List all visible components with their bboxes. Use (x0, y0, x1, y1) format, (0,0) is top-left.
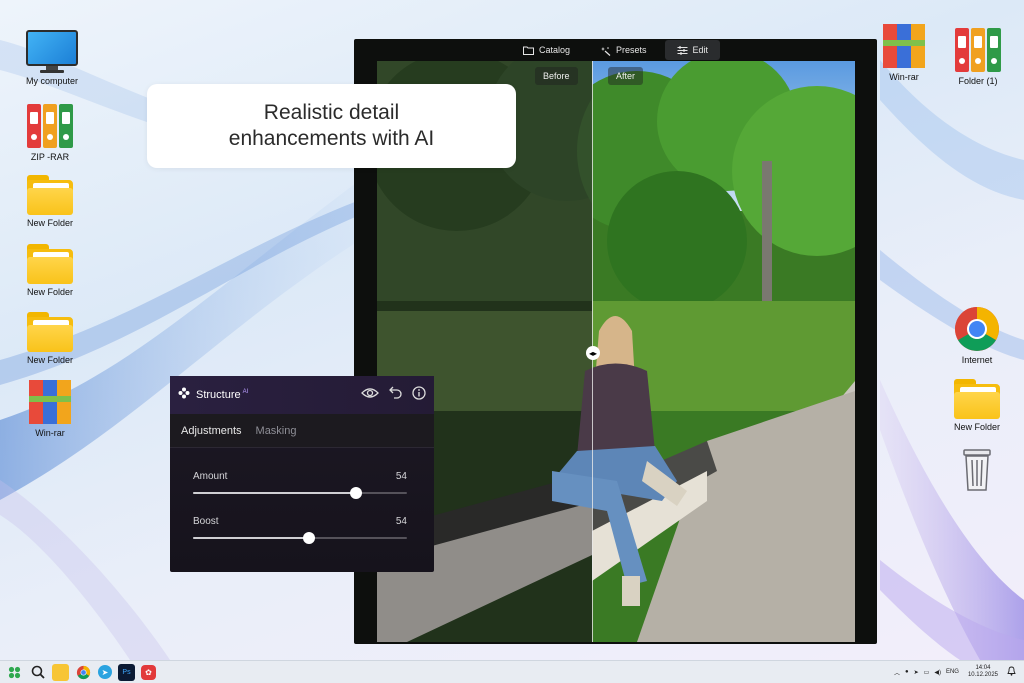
desktop-icon-label: New Folder (26, 218, 73, 228)
sliders-icon (677, 45, 688, 55)
boost-value: 54 (395, 516, 407, 527)
taskbar: ➤ Ps ✿ ︿ ● ➤ ▭ ◀) ENG 14:04 10.12.2025 (0, 660, 1024, 683)
desktop-icon-new-folder[interactable]: New Folder (10, 172, 90, 229)
clock-date: 10.12.2025 (967, 672, 998, 678)
panel-tabs: Adjustments Masking (170, 414, 434, 448)
amount-value: 54 (395, 471, 407, 482)
start-icon[interactable] (6, 664, 23, 681)
telegram-icon[interactable]: ➤ (98, 665, 112, 679)
split-handle-icon[interactable]: ◂▸ (586, 346, 600, 360)
chevron-up-icon[interactable]: ︿ (894, 668, 900, 677)
desktop-icon-label: Win-rar (889, 72, 919, 82)
amount-slider-row: Amount 54 (193, 471, 407, 499)
volume-icon[interactable]: ◀) (934, 669, 941, 676)
panel-title: Structure AI (196, 389, 248, 401)
amount-slider[interactable] (193, 487, 407, 499)
winrar-icon (27, 378, 73, 426)
tab-label: Edit (692, 45, 709, 55)
slider-fill (193, 537, 309, 539)
caption-line-1: Realistic detail (263, 101, 400, 124)
info-icon[interactable] (412, 385, 426, 405)
binders-icon (953, 26, 1003, 74)
tab-edit[interactable]: Edit (664, 40, 721, 60)
panel-header: Structure AI (170, 376, 434, 414)
chrome-icon[interactable] (75, 664, 92, 681)
language-indicator[interactable]: ENG (946, 669, 959, 675)
battery-icon[interactable]: ▭ (924, 669, 930, 676)
after-label: After (608, 67, 644, 85)
feature-caption: Realistic detail enhancements with AI (147, 84, 516, 168)
desktop-icon-new-folder[interactable]: New Folder (937, 376, 1017, 433)
tab-catalog[interactable]: Catalog (511, 40, 582, 60)
slider-fill (193, 492, 356, 494)
app-icon[interactable]: ✿ (141, 664, 156, 680)
clock-time: 14:04 (975, 665, 991, 671)
desktop-icon-label: My computer (25, 76, 78, 86)
desktop-icon-zip-rar[interactable]: ZIP -RAR (10, 102, 90, 163)
binders-icon (25, 102, 75, 150)
network-icon[interactable]: ● (905, 669, 909, 675)
photoshop-icon[interactable]: Ps (118, 663, 135, 681)
folder-icon (522, 46, 534, 55)
boost-slider-row: Boost 54 (193, 516, 407, 544)
desktop-icon-label: Win-rar (35, 428, 65, 438)
desktop-icon-label: ZIP -RAR (30, 152, 70, 162)
desktop-icon-recycle-bin[interactable] (937, 444, 1017, 492)
slider-knob[interactable] (349, 487, 362, 499)
desktop-icon-label: New Folder (953, 422, 1000, 432)
desktop-icon-my-computer[interactable]: My computer (12, 30, 92, 87)
winrar-icon (881, 22, 927, 70)
editor-top-nav: Catalog Presets Edit (354, 39, 877, 61)
folder-icon (25, 309, 75, 353)
ai-badge: AI (242, 389, 249, 396)
amount-label: Amount (193, 471, 228, 482)
desktop-icon-label: Folder (1) (958, 76, 998, 86)
folder-icon (25, 241, 75, 285)
slider-knob[interactable] (302, 532, 315, 544)
before-label: Before (535, 67, 578, 85)
caption-line-2: enhancements with AI (228, 127, 435, 150)
boost-slider[interactable] (193, 532, 407, 544)
panel-title-text: Structure (196, 389, 241, 401)
sparkle-icon (600, 46, 611, 56)
tab-label: Catalog (538, 45, 570, 55)
telegram-tray-icon[interactable]: ➤ (914, 669, 919, 676)
tab-presets[interactable]: Presets (588, 40, 659, 60)
tab-masking[interactable]: Masking (256, 425, 297, 437)
undo-icon[interactable] (389, 386, 402, 404)
desktop-icon-new-folder[interactable]: New Folder (10, 241, 90, 298)
clock[interactable]: 14:04 10.12.2025 (968, 665, 998, 679)
desktop-icon-folder-1[interactable]: Folder (1) (938, 26, 1018, 87)
desktop-icon-label: Internet (961, 355, 993, 365)
monitor-icon (26, 30, 78, 74)
eye-icon[interactable] (361, 386, 379, 404)
structure-ai-panel: Structure AI Adjustments Masking Amount 5… (170, 376, 434, 572)
chrome-icon (952, 305, 1002, 353)
desktop-icon-new-folder[interactable]: New Folder (10, 309, 90, 366)
folder-icon (25, 172, 75, 216)
desktop-icon-internet[interactable]: Internet (937, 305, 1017, 366)
desktop-icon-label: New Folder (26, 355, 73, 365)
desktop-icon-win-rar[interactable]: Win-rar (10, 378, 90, 439)
desktop-icon-label: New Folder (26, 287, 73, 297)
tab-adjustments[interactable]: Adjustments (181, 425, 242, 437)
structure-icon (178, 386, 190, 404)
search-icon[interactable] (29, 664, 46, 681)
notification-icon[interactable] (1007, 666, 1016, 678)
file-explorer-icon[interactable] (52, 663, 69, 681)
folder-icon (952, 376, 1002, 420)
boost-label: Boost (193, 516, 219, 527)
tab-label: Presets (616, 45, 647, 55)
trash-icon (952, 444, 1002, 492)
